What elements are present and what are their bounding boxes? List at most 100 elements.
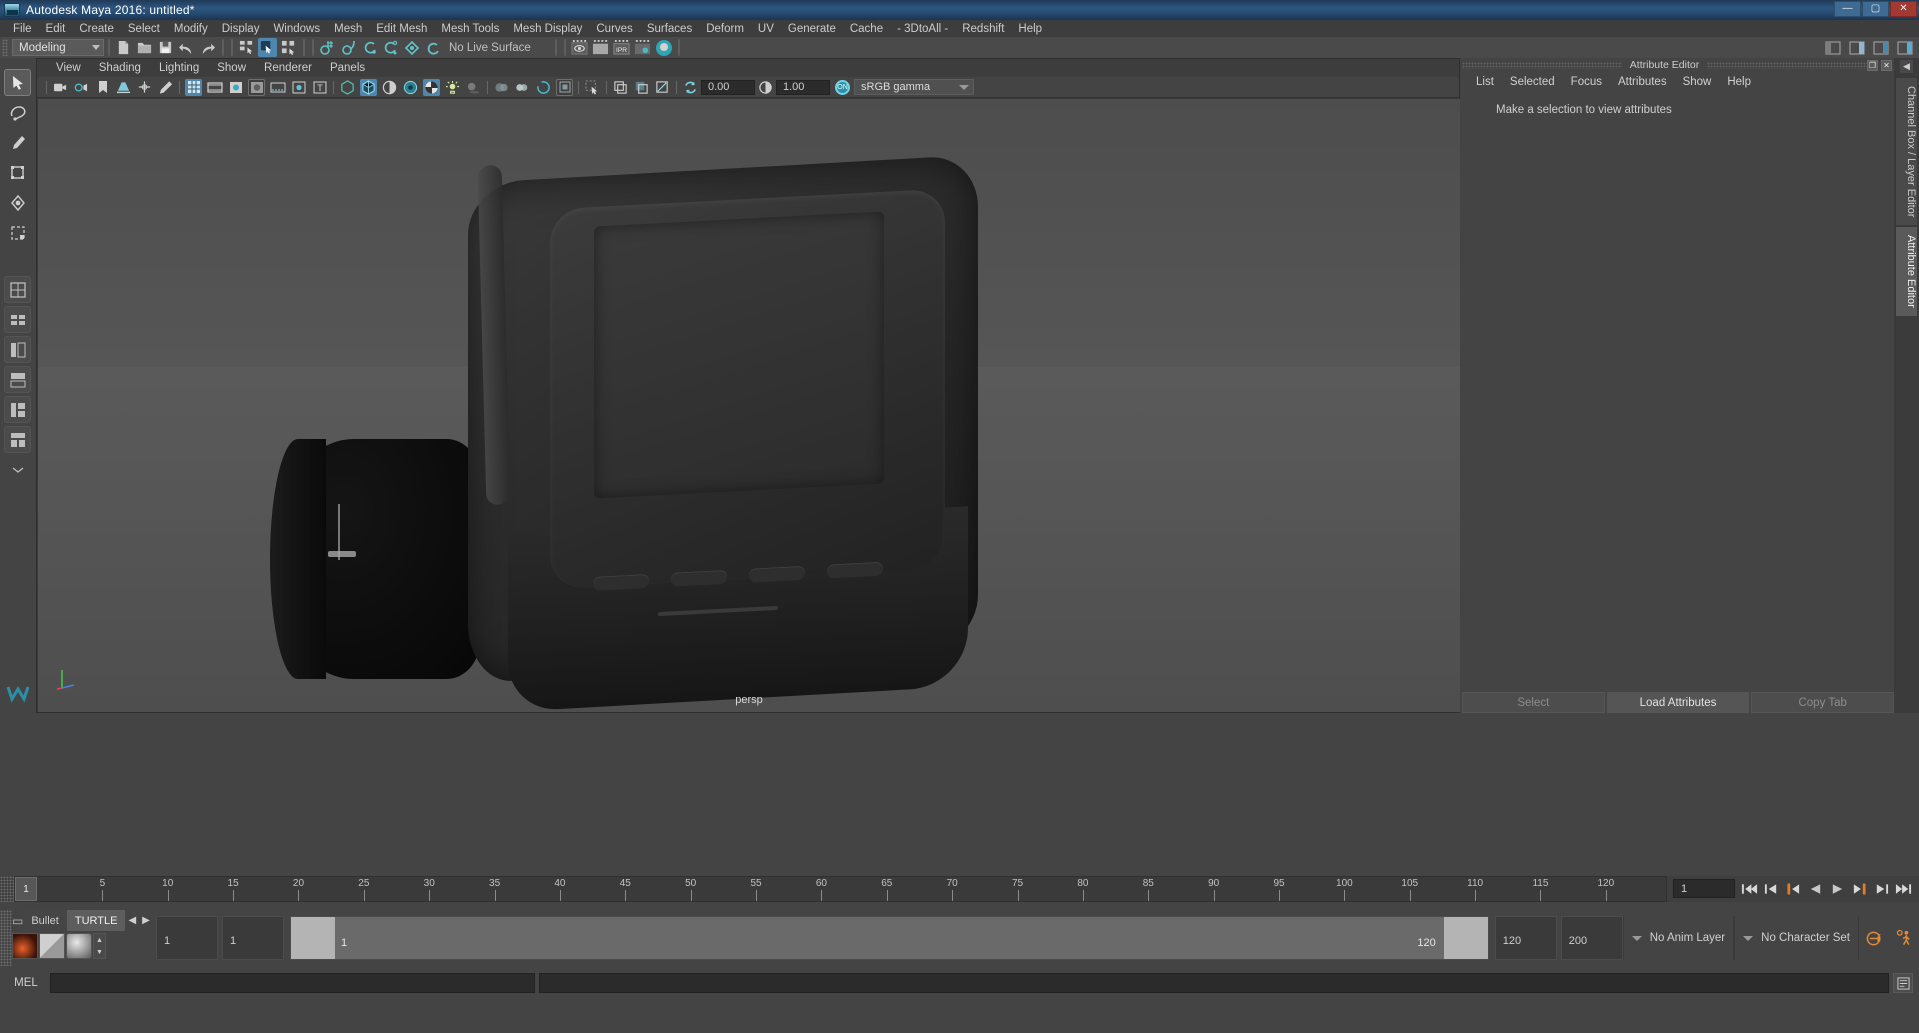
rotate-tool-button[interactable] — [4, 189, 31, 216]
animation-start-time-field[interactable]: 1 — [156, 916, 218, 960]
viewport-menu-show[interactable]: Show — [208, 61, 255, 75]
viewport-menu-lighting[interactable]: Lighting — [150, 61, 208, 75]
toggle-film-origin-icon[interactable] — [269, 79, 286, 96]
snap-to-point-button[interactable] — [360, 38, 379, 57]
paint-selection-tool-button[interactable] — [4, 129, 31, 156]
viewport-menu-renderer[interactable]: Renderer — [255, 61, 321, 75]
persp-graph-layout-button[interactable] — [4, 366, 31, 393]
select-button[interactable]: Select — [1462, 692, 1605, 713]
time-slider-grip[interactable] — [0, 876, 14, 902]
shelf-menu-icon[interactable]: ▭ — [12, 910, 23, 931]
open-scene-button[interactable] — [135, 38, 154, 57]
toolbar-grip[interactable] — [2, 39, 8, 56]
show-hide-tool-settings-button[interactable] — [1871, 38, 1890, 57]
xray-active-components-icon[interactable] — [654, 79, 671, 96]
ipr-render-button[interactable]: IPR — [612, 38, 631, 57]
menu-item-surfaces[interactable]: Surfaces — [640, 22, 699, 36]
undock-icon[interactable]: ❐ — [1867, 59, 1879, 71]
menu-item-create[interactable]: Create — [72, 22, 121, 36]
xray-mode-icon[interactable] — [612, 79, 629, 96]
play-forwards-button[interactable] — [1827, 879, 1847, 899]
save-scene-button[interactable] — [156, 38, 175, 57]
image-plane-icon[interactable] — [115, 79, 132, 96]
viewport-menu-view[interactable]: View — [47, 61, 90, 75]
load-attributes-button[interactable]: Load Attributes — [1606, 692, 1750, 713]
command-input-field[interactable] — [50, 973, 535, 993]
use-all-lights-icon[interactable] — [444, 79, 461, 96]
single-view-layout-button[interactable] — [4, 276, 31, 303]
persp-outliner-layout-button[interactable] — [4, 336, 31, 363]
close-button[interactable]: ✕ — [1890, 1, 1917, 17]
anim-layer-selector[interactable]: No Anim Layer — [1622, 916, 1734, 960]
shadows-icon[interactable] — [465, 79, 482, 96]
command-language-label[interactable]: MEL — [6, 977, 46, 989]
range-slider-left-handle[interactable] — [291, 917, 335, 959]
attribute-editor-menu-focus[interactable]: Focus — [1563, 75, 1610, 89]
script-editor-button[interactable] — [1893, 973, 1913, 993]
view-transform-selector[interactable]: sRGB gamma — [854, 79, 974, 95]
make-live-button[interactable] — [423, 38, 442, 57]
shelf-icon-turtle-render[interactable] — [12, 933, 38, 959]
shelf-tab-turtle[interactable]: TURTLE — [66, 910, 126, 931]
snap-to-projected-center-button[interactable] — [381, 38, 400, 57]
smooth-shade-all-icon[interactable] — [360, 78, 377, 96]
xray-joints-icon[interactable] — [633, 79, 650, 96]
panel-drag-handle[interactable] — [1707, 61, 1868, 69]
toggle-film-gate-icon[interactable] — [206, 79, 223, 96]
gamma-icon[interactable] — [757, 79, 774, 96]
attribute-editor-menu-show[interactable]: Show — [1675, 75, 1720, 89]
range-slider-body[interactable]: 1 120 — [335, 917, 1444, 959]
attribute-editor-menu-list[interactable]: List — [1468, 75, 1502, 89]
menu-item-display[interactable]: Display — [215, 22, 267, 36]
isolate-select-icon[interactable] — [584, 79, 601, 96]
menu-item-uv[interactable]: UV — [751, 22, 781, 36]
menu-item-file[interactable]: File — [6, 22, 39, 36]
toggle-resolution-gate-icon[interactable] — [227, 79, 244, 96]
shelf-scroll-arrows[interactable]: ▲ ▼ — [93, 933, 106, 959]
step-forward-frame-button[interactable] — [1849, 879, 1869, 899]
viewport-menu-shading[interactable]: Shading — [90, 61, 150, 75]
viewport-menu-panels[interactable]: Panels — [321, 61, 374, 75]
toggle-grid-icon[interactable] — [185, 78, 202, 96]
menu-item-edit-mesh[interactable]: Edit Mesh — [369, 22, 434, 36]
screen-space-ao-icon[interactable] — [493, 79, 510, 96]
undo-button[interactable] — [177, 38, 196, 57]
move-tool-button[interactable] — [4, 159, 31, 186]
shelf-grip[interactable] — [0, 910, 12, 966]
step-forward-key-button[interactable] — [1871, 879, 1891, 899]
character-set-selector[interactable]: No Character Set — [1734, 916, 1858, 960]
go-to-start-button[interactable] — [1739, 879, 1759, 899]
redo-button[interactable] — [198, 38, 217, 57]
motion-blur-icon[interactable] — [514, 79, 531, 96]
menu-item-select[interactable]: Select — [121, 22, 167, 36]
menu-item-help[interactable]: Help — [1011, 22, 1049, 36]
render-settings-button[interactable] — [633, 38, 652, 57]
textured-shading-icon[interactable] — [423, 78, 440, 96]
shelf-tab-bullet[interactable]: Bullet — [23, 910, 67, 931]
menu-set-selector[interactable]: Modeling — [12, 39, 104, 56]
persp-hypershade-layout-button[interactable] — [4, 396, 31, 423]
close-icon[interactable]: ✕ — [1881, 59, 1893, 71]
persp-outliner-graph-layout-button[interactable] — [4, 426, 31, 453]
lasso-tool-button[interactable] — [4, 99, 31, 126]
show-hide-channel-box-button[interactable] — [1895, 38, 1914, 57]
go-to-end-button[interactable] — [1893, 879, 1913, 899]
grease-pencil-icon[interactable] — [157, 79, 174, 96]
range-slider-right-handle[interactable] — [1443, 917, 1488, 959]
menu-item-mesh[interactable]: Mesh — [327, 22, 369, 36]
viewport-3d-scene[interactable]: persp — [38, 99, 1460, 712]
menu-item-redshift[interactable]: Redshift — [955, 22, 1011, 36]
animation-end-time-field[interactable]: 200 — [1560, 916, 1623, 960]
attribute-editor-menu-help[interactable]: Help — [1719, 75, 1759, 89]
exposure-icon[interactable] — [682, 79, 699, 96]
render-sequence-button[interactable] — [591, 38, 610, 57]
minimize-button[interactable]: — — [1834, 1, 1861, 17]
command-output-field[interactable] — [539, 973, 1889, 993]
time-slider-track[interactable]: 1 5 10 15 20 25 30 35 40 45 50 55 60 65 70 75 80 85 90 95 1… — [14, 876, 1667, 902]
time-slider-cursor[interactable]: 1 — [15, 877, 37, 901]
menu-item-cache[interactable]: Cache — [843, 22, 890, 36]
use-default-material-icon[interactable] — [402, 79, 419, 96]
range-slider-bar[interactable]: 1 120 — [290, 916, 1489, 960]
snap-to-curve-button[interactable] — [339, 38, 358, 57]
select-by-hierarchy-button[interactable] — [237, 38, 256, 57]
